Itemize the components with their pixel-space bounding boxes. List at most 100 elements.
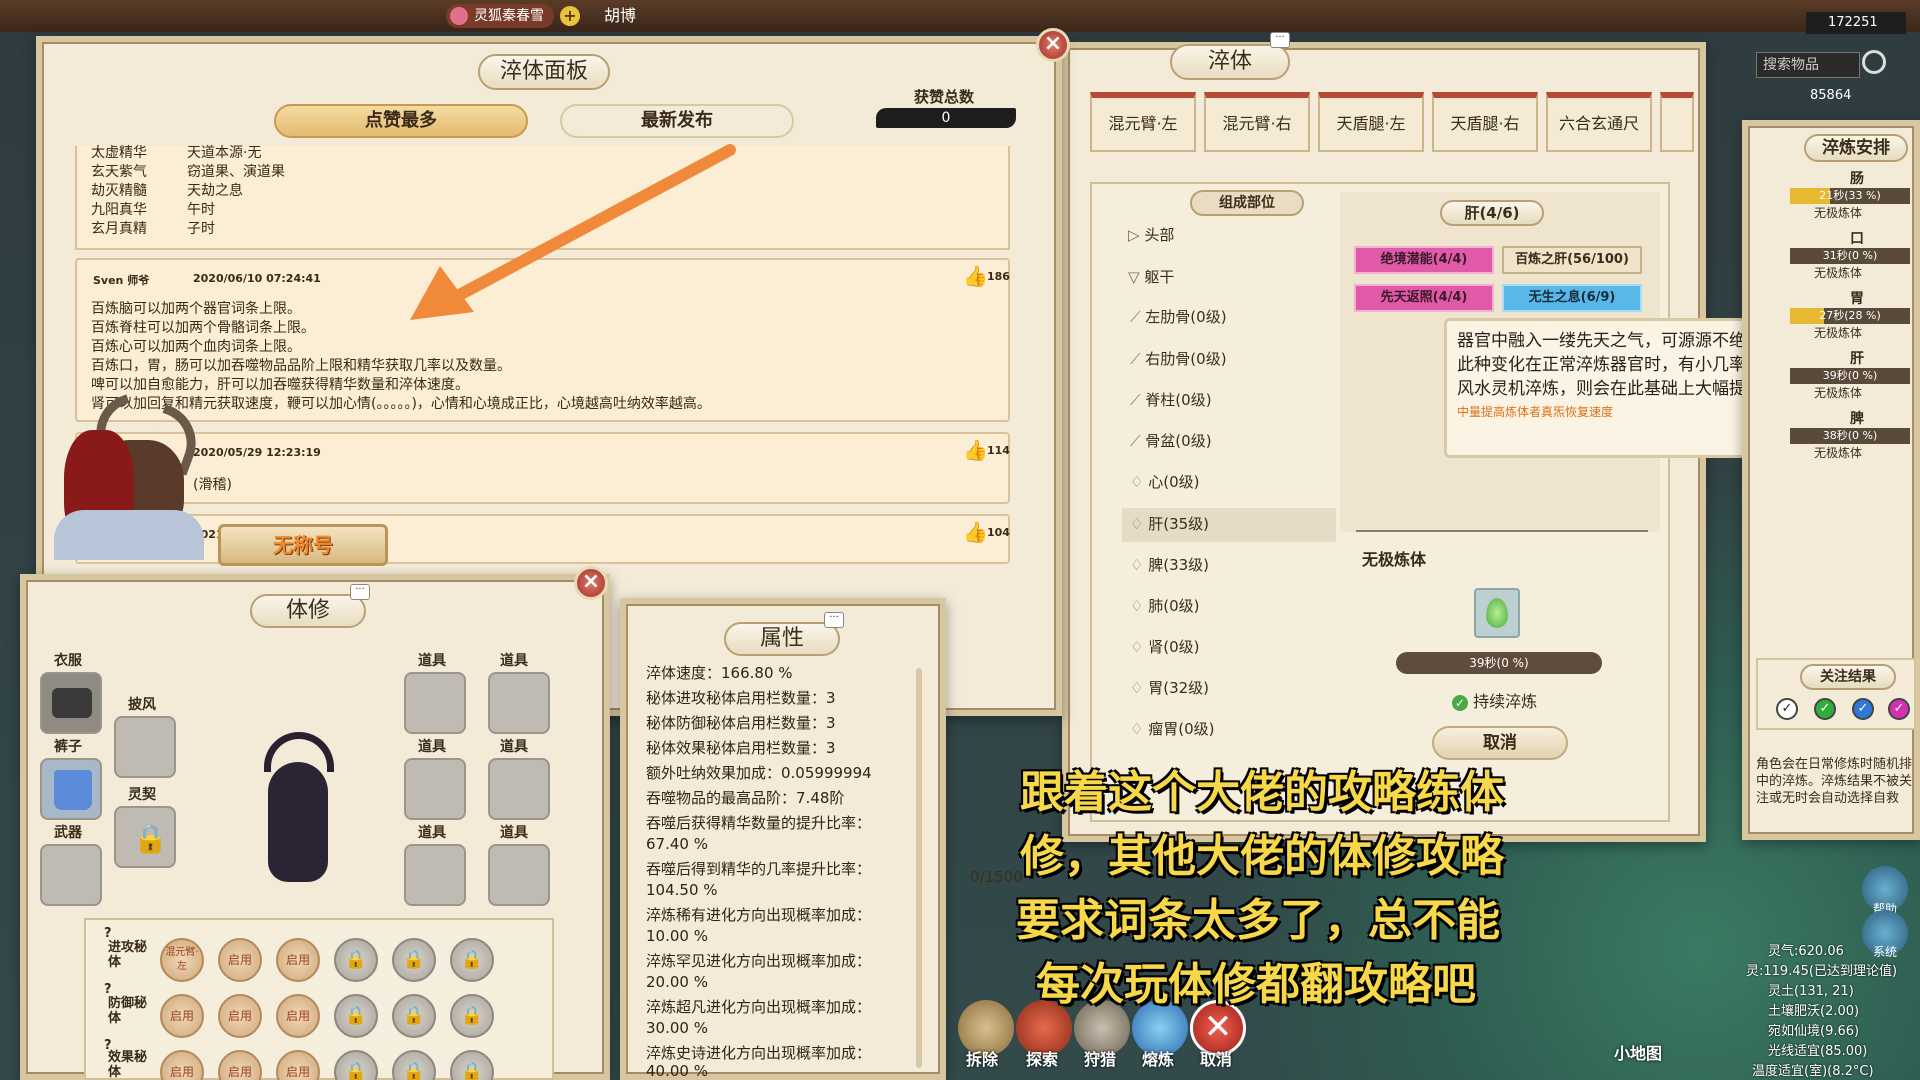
attr-line: 秘体进攻秘体启用栏数量：3 (646, 689, 836, 707)
tab-liuhe[interactable]: 六合玄通尺 (1546, 92, 1652, 152)
tree-spine[interactable]: ⟋ 脊柱(0级) (1130, 389, 1212, 410)
arrange-row-4[interactable]: 脾 38秒(0 %) 无极炼体 (1762, 408, 1912, 461)
clothes-slot[interactable] (40, 672, 102, 734)
attack-slot-1[interactable]: 混元臂·左 (160, 938, 204, 982)
counter-text: 0/1500 (970, 868, 1023, 886)
bone-icon: ⟋ (1130, 308, 1141, 326)
tree-stomach[interactable]: ♢ 胃(32级) (1130, 677, 1209, 698)
help-icon[interactable]: ? (104, 926, 112, 941)
cloak-slot[interactable] (114, 716, 176, 778)
trait-bailian[interactable]: 百炼之肝(56/100) (1502, 246, 1642, 274)
minimap-button[interactable]: 小地图 (1614, 1040, 1662, 1064)
defense-slot-1[interactable]: 启用 (160, 994, 204, 1038)
attr-line: 104.50 % (646, 881, 718, 899)
tree-lung[interactable]: ♢ 肺(0级) (1130, 595, 1199, 616)
player-tag-1[interactable]: 灵狐秦春雪 (446, 4, 554, 28)
focus-blue-check-icon[interactable]: ✓ (1852, 698, 1874, 720)
tree-kidney[interactable]: ♢ 肾(0级) (1130, 636, 1199, 657)
defense-slot-2[interactable]: 启用 (218, 994, 262, 1038)
tree-rumen[interactable]: ♢ 瘤胃(0级) (1130, 718, 1214, 739)
weapon-label: 武器 (54, 825, 82, 841)
thumb-up-icon[interactable]: 👍 (963, 264, 988, 288)
hunt-label: 狩猎 (1084, 1050, 1117, 1069)
tab-hunyuan-right[interactable]: 混元臂·右 (1204, 92, 1310, 152)
cuiti-close-button[interactable]: × (1036, 28, 1070, 62)
attr-line: 40.00 % (646, 1062, 708, 1080)
help-icon[interactable]: ? (104, 982, 112, 997)
focus-white-check-icon[interactable]: ✓ (1776, 698, 1798, 720)
thumb-up-icon[interactable]: 👍 (963, 438, 988, 462)
refine-item-slot[interactable] (1474, 588, 1520, 638)
arrange-row-1[interactable]: 口 31秒(0 %) 无极炼体 (1762, 228, 1912, 281)
item-slot-4[interactable] (488, 758, 550, 820)
add-icon[interactable]: + (560, 6, 580, 26)
tab-more[interactable] (1660, 92, 1694, 152)
pants-label: 裤子 (54, 739, 82, 755)
tree-heart[interactable]: ♢ 心(0级) (1130, 471, 1199, 492)
cancel-button[interactable]: 取消 (1432, 726, 1568, 760)
defense-lock-2-icon: 🔒 (392, 994, 436, 1038)
attack-slot-3[interactable]: 启用 (276, 938, 320, 982)
focus-green-check-icon[interactable]: ✓ (1814, 698, 1836, 720)
arrange-row-0[interactable]: 肠 21秒(33 %) 无极炼体 (1762, 168, 1912, 221)
chat-icon[interactable]: ··· (824, 612, 844, 628)
player-tag-2[interactable]: 胡博 (592, 4, 648, 28)
trait-xiantian[interactable]: 先天返照(4/4) (1354, 284, 1494, 312)
orange-arrow (410, 144, 736, 320)
attr-scrollbar[interactable] (916, 668, 922, 1068)
trait-wusheng[interactable]: 无生之息(6/9) (1502, 284, 1642, 312)
tab-most-liked[interactable]: 点赞最多 (274, 104, 528, 138)
tree-torso[interactable]: ▽ 躯干 (1128, 266, 1174, 287)
item-slot-6[interactable] (488, 844, 550, 906)
trait-juejing[interactable]: 绝境潜能(4/4) (1354, 246, 1494, 274)
tree-pelvis[interactable]: ⟋ 骨盆(0级) (1130, 430, 1212, 451)
attr-line: 67.40 % (646, 835, 708, 853)
search-icon[interactable] (1862, 50, 1886, 74)
robe-shape (54, 510, 204, 560)
attack-slot-2[interactable]: 启用 (218, 938, 262, 982)
attack-lock-1-icon: 🔒 (334, 938, 378, 982)
chat-icon[interactable]: ··· (1270, 32, 1290, 48)
continue-checkbox[interactable]: ✓ 持续淬炼 (1452, 688, 1537, 712)
item-slot-1[interactable] (404, 672, 466, 734)
arrange-row-2[interactable]: 胃 27秒(28 %) 无极炼体 (1762, 288, 1912, 341)
help-button[interactable]: 帮助 (1862, 866, 1908, 916)
search-box[interactable]: 搜索物品 (1756, 52, 1860, 78)
organ-icon: ♢ (1130, 597, 1144, 615)
triangle-right-icon: ▷ (1128, 226, 1140, 244)
stat-lingqi: 灵气:620.06 (1768, 944, 1844, 959)
tree-left-rib[interactable]: ⟋ 左肋骨(0级) (1130, 306, 1227, 327)
top-bar (0, 0, 1920, 32)
focus-title: 关注结果 (1800, 664, 1896, 690)
tab-hunyuan-left[interactable]: 混元臂·左 (1090, 92, 1196, 152)
help-icon[interactable]: ? (104, 1038, 112, 1053)
tab-tiandun-left[interactable]: 天盾腿·左 (1318, 92, 1424, 152)
tree-liver[interactable]: ♢ 肝(35级) (1130, 513, 1209, 534)
pants-slot[interactable] (40, 758, 102, 820)
contract-slot[interactable]: 🔒 (114, 806, 176, 868)
tree-spleen[interactable]: ♢ 脾(33级) (1130, 554, 1209, 575)
tab-tiandun-right[interactable]: 天盾腿·右 (1432, 92, 1538, 152)
item-slot-3[interactable] (404, 758, 466, 820)
thumb-up-icon[interactable]: 👍 (963, 520, 988, 544)
focus-purple-check-icon[interactable]: ✓ (1888, 698, 1910, 720)
tixiu-title: 体修 (250, 594, 366, 628)
system-button[interactable]: 系统 (1862, 910, 1908, 959)
tixiu-close-button[interactable]: × (574, 566, 608, 600)
effect-row-label: 效果秘体 (108, 1050, 148, 1080)
stat-lingtu: 灵土(131, 21) (1768, 984, 1854, 999)
chat-icon[interactable]: ··· (350, 584, 370, 600)
arrange-row-3[interactable]: 肝 39秒(0 %) 无极炼体 (1762, 348, 1912, 401)
tab-newest[interactable]: 最新发布 (560, 104, 794, 138)
comment-card-2[interactable]: 2020/05/29 12:23:19 👍 114 (滑稽) (75, 432, 1010, 504)
no-title-badge: 无称号 (218, 524, 388, 566)
weapon-slot[interactable] (40, 844, 102, 906)
tree-head[interactable]: ▷ 头部 (1128, 224, 1174, 245)
attr-line: 淬炼史诗进化方向出现概率加成： (646, 1044, 872, 1062)
item-slot-5[interactable] (404, 844, 466, 906)
item-slot-2[interactable] (488, 672, 550, 734)
defense-slot-3[interactable]: 启用 (276, 994, 320, 1038)
defense-lock-1-icon: 🔒 (334, 994, 378, 1038)
comment-card-3[interactable]: 2021 👍 104 (75, 514, 1010, 564)
tree-right-rib[interactable]: ⟋ 右肋骨(0级) (1130, 348, 1227, 369)
